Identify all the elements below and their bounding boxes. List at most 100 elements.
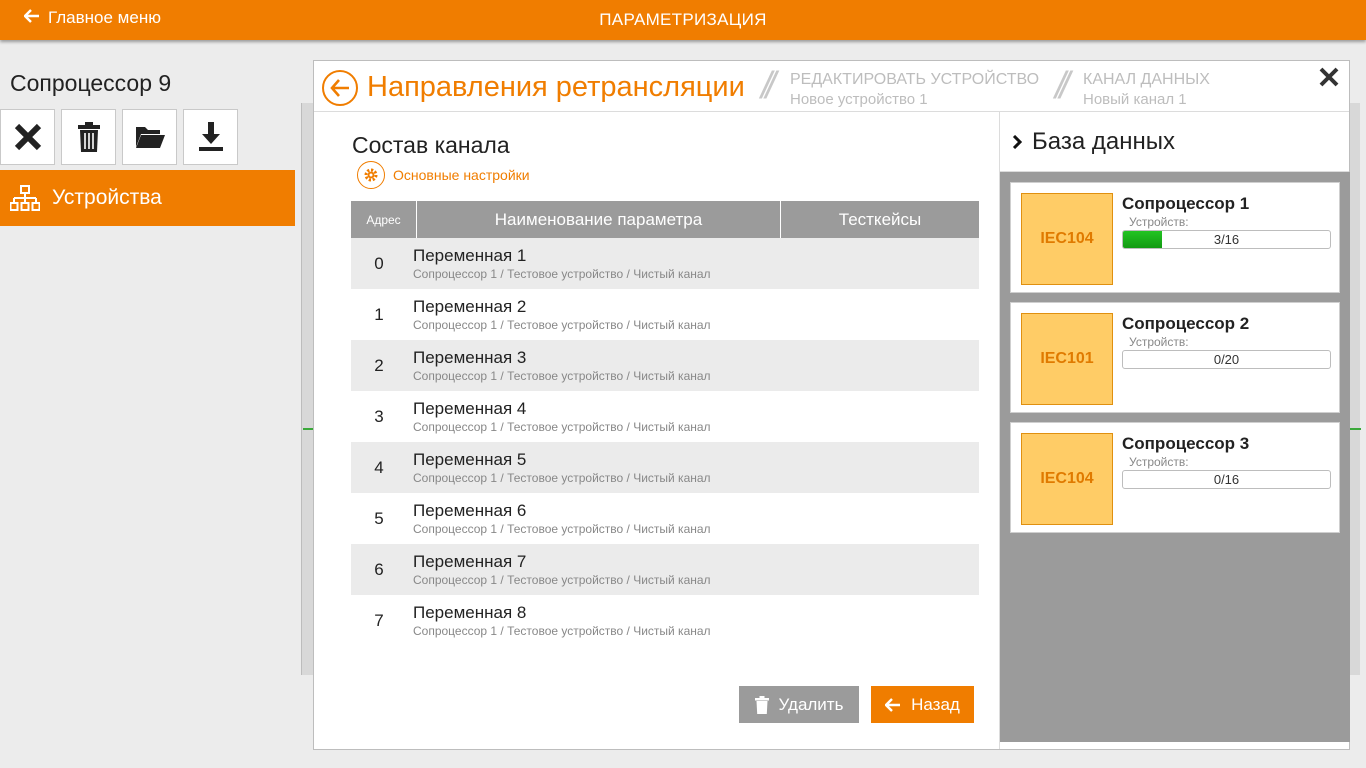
hierarchy-icon [10,185,40,211]
table-row[interactable]: 3 Переменная 4 Сопроцессор 1 / Тестовое ус… [351,391,979,442]
protocol-badge: IEC104 [1021,433,1113,525]
coprocessor-title: Сопроцессор 9 [10,70,172,96]
parameter-path: Сопроцессор 1 / Тестовое устройство / Чи… [413,267,711,281]
column-header-testcases[interactable]: Тесткейсы [781,201,979,238]
relay-directions-dialog: Направления ретрансляции // РЕДАКТИРОВАТ… [313,60,1350,750]
parameter-name: Переменная 1 [413,246,527,265]
table-row[interactable]: 7 Переменная 8 Сопроцессор 1 / Тестовое ус… [351,595,979,646]
back-label: Назад [911,694,960,714]
parameter-name: Переменная 8 [413,603,527,622]
breadcrumb-value: Новое устройство 1 [790,91,928,108]
table-body: 0 Переменная 1 Сопроцессор 1 / Тестовое ус… [351,238,979,646]
parameter-path: Сопроцессор 1 / Тестовое устройство / Чи… [413,573,711,587]
parameter-name: Переменная 7 [413,552,527,571]
parameter-name: Переменная 5 [413,450,527,469]
delete-label: Удалить [778,694,844,714]
sidebar-item-devices[interactable]: Устройства [0,170,295,226]
row-address: 0 [374,253,384,273]
row-name-cell: Переменная 4 Сопроцессор 1 / Тестовое уст… [413,399,711,434]
row-address: 1 [374,304,384,324]
protocol-badge: IEC101 [1021,313,1113,405]
database-title: База данных [1032,127,1175,155]
column-header-name[interactable]: Наименование параметра [417,201,781,238]
dialog-close-button[interactable] [1319,67,1341,89]
close-button[interactable] [0,109,55,165]
parameters-table: Адрес Наименование параметра Тесткейсы 0… [351,201,979,646]
table-row[interactable]: 0 Переменная 1 Сопроцессор 1 / Тестовое ус… [351,238,979,289]
breadcrumb-label: КАНАЛ ДАННЫХ [1083,71,1210,88]
dialog-title: Направления ретрансляции [367,71,745,103]
close-icon [1319,67,1339,87]
table-row[interactable]: 5 Переменная 6 Сопроцессор 1 / Тестовое ус… [351,493,979,544]
channel-composition-title: Состав канала [352,132,510,158]
progress-text: 0/16 [1213,472,1240,487]
folder-open-icon [135,127,165,148]
devices-progress-bar: 0/16 [1122,470,1331,489]
card-title: Сопроцессор 2 [1122,314,1250,333]
coprocessor-card[interactable]: IEC104 Сопроцессор 3 Устройств: 0/16 [1010,422,1340,533]
download-icon [198,122,223,151]
row-address: 4 [374,457,384,477]
left-toolbar [0,109,238,165]
breadcrumb-separator: // [761,65,776,107]
chevron-right-icon [1012,134,1022,149]
table-row[interactable]: 4 Переменная 5 Сопроцессор 1 / Тестовое ус… [351,442,979,493]
progress-text: 3/16 [1213,232,1240,247]
devices-progress-bar: 0/20 [1122,350,1331,369]
card-title: Сопроцессор 1 [1122,194,1250,213]
trash-icon [754,695,769,714]
row-name-cell: Переменная 8 Сопроцессор 1 / Тестовое уст… [413,603,711,638]
parameter-name: Переменная 6 [413,501,527,520]
parameter-path: Сопроцессор 1 / Тестовое устройство / Чи… [413,522,711,536]
row-address: 7 [374,610,384,630]
parameter-path: Сопроцессор 1 / Тестовое устройство / Чи… [413,369,711,383]
parameter-path: Сопроцессор 1 / Тестовое устройство / Чи… [413,471,711,485]
gear-icon [357,161,385,189]
row-name-cell: Переменная 1 Сопроцессор 1 / Тестовое уст… [413,246,711,281]
delete-button[interactable] [61,109,116,165]
delete-channel-button[interactable]: Удалить [739,686,859,723]
main-settings-label: Основные настройки [393,167,530,183]
parameter-path: Сопроцессор 1 / Тестовое устройство / Чи… [413,420,711,434]
parameter-name: Переменная 2 [413,297,527,316]
breadcrumb-edit-device[interactable]: РЕДАКТИРОВАТЬ УСТРОЙСТВО Новое устройств… [790,70,1039,110]
row-name-cell: Переменная 3 Сопроцессор 1 / Тестовое уст… [413,348,711,383]
column-header-address[interactable]: Адрес [351,201,417,238]
download-button[interactable] [183,109,238,165]
row-address: 3 [374,406,384,426]
back-button[interactable] [322,70,358,106]
arrow-left-icon [330,79,349,97]
breadcrumb-data-channel[interactable]: КАНАЛ ДАННЫХ Новый канал 1 [1083,70,1210,110]
table-row[interactable]: 6 Переменная 7 Сопроцессор 1 / Тестовое ус… [351,544,979,595]
divider [1349,428,1361,430]
main-settings-link[interactable]: Основные настройки [357,161,530,189]
row-name-cell: Переменная 6 Сопроцессор 1 / Тестовое уст… [413,501,711,536]
row-name-cell: Переменная 2 Сопроцессор 1 / Тестовое уст… [413,297,711,332]
devices-progress-bar: 3/16 [1122,230,1331,249]
database-header[interactable]: База данных [1000,112,1349,172]
dialog-header: Направления ретрансляции // РЕДАКТИРОВАТ… [314,61,1349,112]
table-row[interactable]: 2 Переменная 3 Сопроцессор 1 / Тестовое ус… [351,340,979,391]
top-bar: Главное меню ПАРАМЕТРИЗАЦИЯ [0,0,1366,40]
row-name-cell: Переменная 5 Сопроцессор 1 / Тестовое уст… [413,450,711,485]
table-row[interactable]: 1 Переменная 2 Сопроцессор 1 / Тестовое ус… [351,289,979,340]
coprocessor-card[interactable]: IEC101 Сопроцессор 2 Устройств: 0/20 [1010,302,1340,413]
card-subtitle: Устройств: [1129,215,1189,229]
open-folder-button[interactable] [122,109,177,165]
row-address: 6 [374,559,384,579]
coprocessor-card[interactable]: IEC104 Сопроцессор 1 Устройств: 3/16 [1010,182,1340,293]
row-name-cell: Переменная 7 Сопроцессор 1 / Тестовое уст… [413,552,711,587]
page-title: ПАРАМЕТРИЗАЦИЯ [599,10,767,29]
breadcrumb-separator: // [1055,65,1070,107]
breadcrumb-label: РЕДАКТИРОВАТЬ УСТРОЙСТВО [790,71,1040,88]
trash-icon [77,122,100,152]
sidebar-item-label: Устройства [52,186,162,209]
card-subtitle: Устройств: [1129,455,1189,469]
row-address: 5 [374,508,384,528]
parameter-name: Переменная 4 [413,399,527,418]
database-list: IEC104 Сопроцессор 1 Устройств: 3/16 IEC101 С… [1000,172,1350,742]
parameter-name: Переменная 3 [413,348,527,367]
card-title: Сопроцессор 3 [1122,434,1250,453]
back-footer-button[interactable]: Назад [871,686,974,723]
card-subtitle: Устройств: [1129,335,1189,349]
